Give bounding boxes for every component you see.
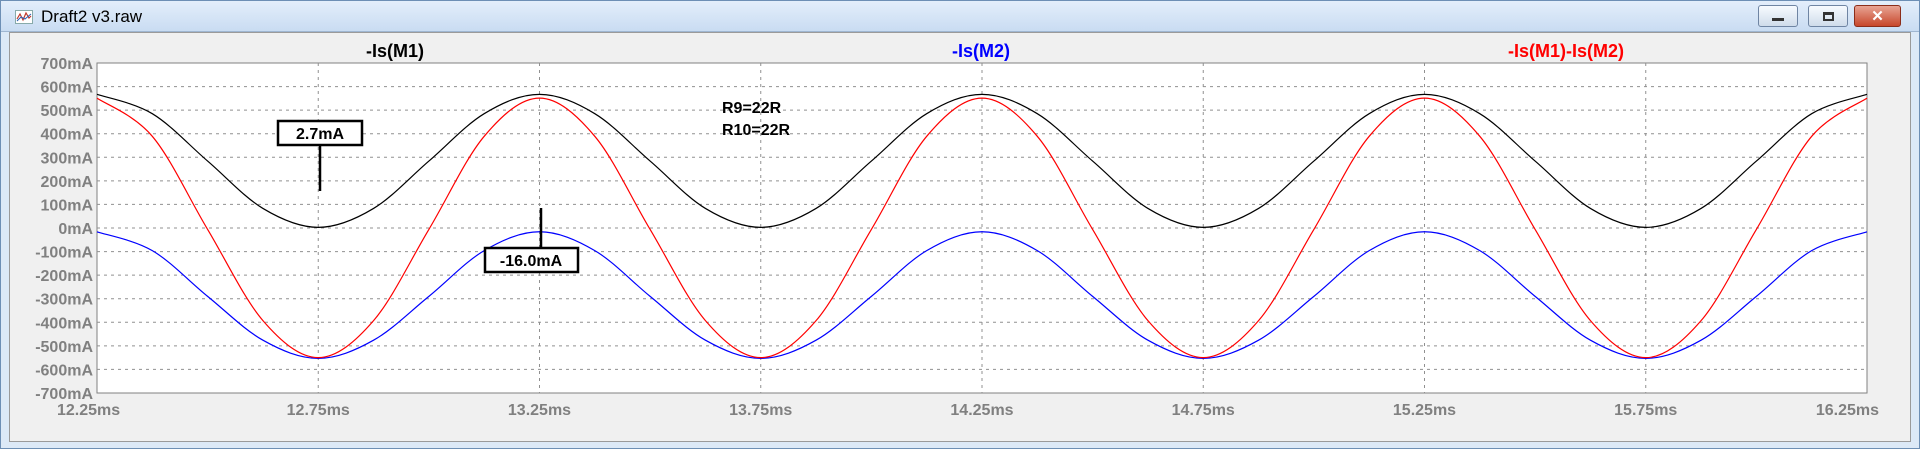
y-tick-label: 0mA	[58, 221, 93, 238]
x-tick-label: 13.75ms	[729, 402, 792, 419]
y-axis: 700mA 600mA 500mA 400mA 300mA 200mA 100mA 0mA -1…	[35, 56, 93, 403]
y-tick-label: 700mA	[41, 56, 94, 73]
y-tick-label: 200mA	[41, 174, 94, 191]
x-tick-label: 12.75ms	[287, 402, 350, 419]
directive-r9[interactable]: R9=22R	[722, 100, 782, 117]
waveform-viewer-icon	[15, 10, 33, 24]
y-tick-label: -500mA	[35, 339, 93, 356]
close-icon: ✕	[1871, 8, 1884, 25]
maximize-icon	[1822, 11, 1834, 21]
y-tick-label: -700mA	[35, 386, 93, 403]
minimize-button[interactable]	[1758, 5, 1798, 27]
y-tick-label: -300mA	[35, 292, 93, 309]
close-button[interactable]: ✕	[1854, 5, 1901, 27]
title-bar[interactable]: Draft2 v3.raw ✕	[1, 1, 1919, 32]
x-tick-label: 16.25ms	[1816, 402, 1879, 419]
cursor-label-2: -16.0mA	[500, 253, 563, 270]
y-tick-label: -600mA	[35, 362, 93, 379]
waveform-plot[interactable]: 700mA 600mA 500mA 400mA 300mA 200mA 100mA 0mA -1…	[10, 33, 1910, 441]
minimize-icon	[1772, 17, 1784, 21]
x-tick-label: 13.25ms	[508, 402, 571, 419]
trace-label-is-m1[interactable]: -Is(M1)	[366, 41, 424, 61]
y-tick-label: -400mA	[35, 315, 93, 332]
waveform-window: Draft2 v3.raw ✕ 700mA 600mA 500mA 400mA 300m…	[0, 0, 1920, 449]
x-tick-label: 15.25ms	[1393, 402, 1456, 419]
plot-grid	[96, 62, 1868, 394]
y-tick-label: 300mA	[41, 150, 94, 167]
cursor-label-1: 2.7mA	[296, 126, 344, 143]
y-tick-label: 500mA	[41, 103, 94, 120]
x-axis: 12.25ms 12.75ms 13.25ms 13.75ms 14.25ms 14.75…	[57, 402, 1879, 419]
y-tick-label: 600mA	[41, 80, 94, 97]
y-tick-label: 400mA	[41, 127, 94, 144]
trace-label-is-m2[interactable]: -Is(M2)	[952, 41, 1010, 61]
maximize-button[interactable]	[1808, 5, 1848, 27]
x-tick-label: 12.25ms	[57, 402, 120, 419]
trace-label-is-m1-minus-is-m2[interactable]: -Is(M1)-Is(M2)	[1508, 41, 1624, 61]
x-tick-label: 14.25ms	[950, 402, 1013, 419]
x-tick-label: 14.75ms	[1172, 402, 1235, 419]
window-title: Draft2 v3.raw	[41, 7, 143, 26]
y-tick-label: -200mA	[35, 268, 93, 285]
y-tick-label: -100mA	[35, 245, 93, 262]
x-tick-label: 15.75ms	[1614, 402, 1677, 419]
y-tick-label: 100mA	[41, 197, 94, 214]
plot-pane[interactable]: 700mA 600mA 500mA 400mA 300mA 200mA 100mA 0mA -1…	[9, 32, 1911, 442]
directive-r10[interactable]: R10=22R	[722, 122, 790, 139]
